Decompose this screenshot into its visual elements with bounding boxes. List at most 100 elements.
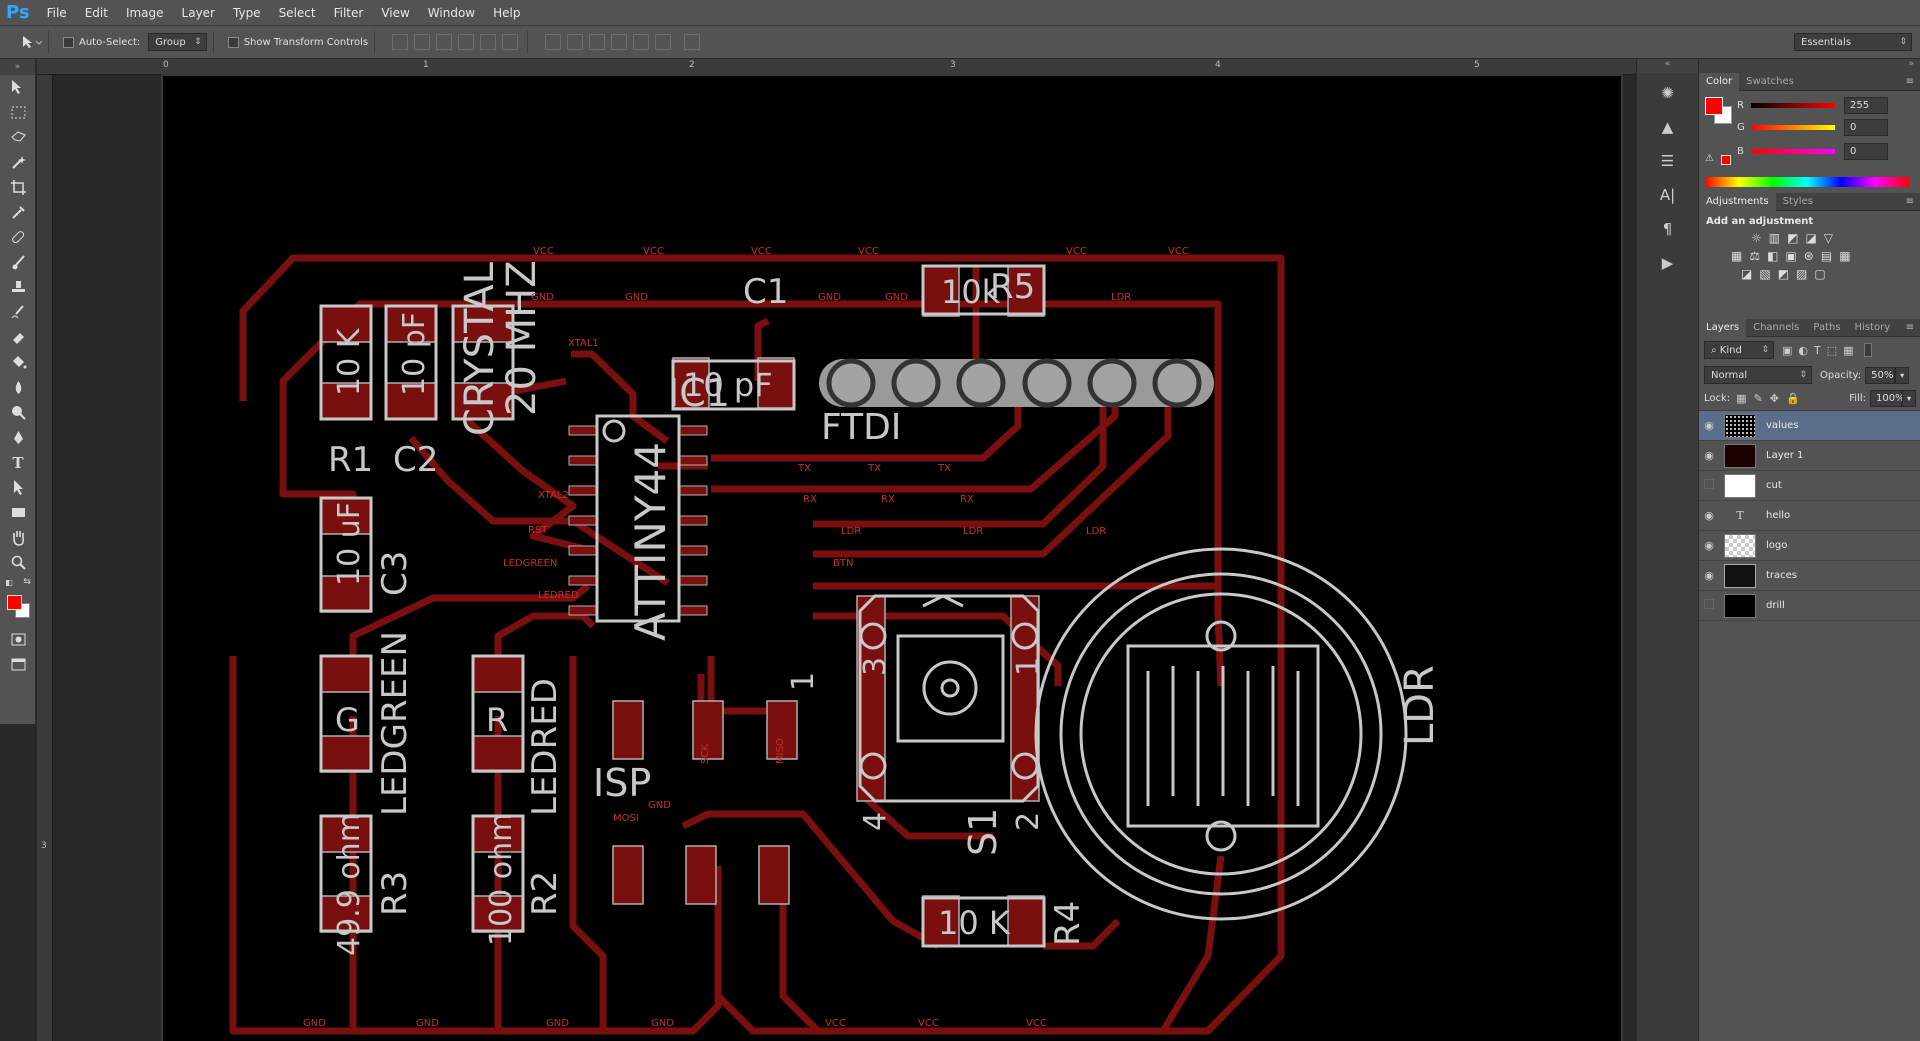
curves-icon[interactable]: ◩: [1787, 231, 1798, 245]
invert-icon[interactable]: ◪: [1741, 267, 1752, 281]
blend-mode-dropdown[interactable]: Normal: [1704, 366, 1812, 384]
zoom-tool[interactable]: [0, 550, 36, 575]
panel-strip-collapse-icon[interactable]: «: [1637, 59, 1698, 73]
layer-row-drill[interactable]: drill: [1699, 591, 1920, 621]
levels-icon[interactable]: ▥: [1769, 231, 1780, 245]
tab-swatches[interactable]: Swatches: [1739, 73, 1801, 91]
quick-mask-tool[interactable]: [0, 627, 36, 652]
align-right-icon[interactable]: [502, 34, 519, 50]
value-g[interactable]: 0: [1844, 118, 1888, 136]
tab-history[interactable]: History: [1848, 319, 1898, 337]
color-balance-icon[interactable]: ⚖: [1749, 249, 1760, 263]
auto-select-check[interactable]: [63, 36, 74, 48]
eraser-tool[interactable]: [0, 325, 36, 350]
magic-wand-tool[interactable]: [0, 150, 36, 175]
tab-adjustments[interactable]: Adjustments: [1699, 192, 1776, 211]
shape-tool[interactable]: [0, 500, 36, 525]
distribute-bottom-icon[interactable]: [589, 34, 606, 50]
filter-toggle[interactable]: [1863, 343, 1872, 357]
histogram-panel-icon[interactable]: ▲: [1648, 113, 1688, 141]
layer-kind-dropdown[interactable]: ⌕ Kind: [1704, 341, 1774, 359]
opacity-value[interactable]: 50%: [1865, 366, 1896, 384]
layer-row-values[interactable]: ◉ values: [1699, 411, 1920, 441]
selective-color-icon[interactable]: ▢: [1814, 267, 1825, 281]
visibility-off-box[interactable]: [1699, 599, 1719, 612]
blur-tool[interactable]: [0, 375, 36, 400]
type-tool[interactable]: T: [0, 450, 36, 475]
paragraph-panel-icon[interactable]: ¶: [1648, 215, 1688, 243]
align-left-icon[interactable]: [458, 34, 475, 50]
align-vcenter-icon[interactable]: [414, 34, 431, 50]
tab-color[interactable]: Color: [1699, 72, 1740, 91]
tab-paths[interactable]: Paths: [1806, 319, 1847, 337]
black-white-icon[interactable]: ◧: [1767, 249, 1778, 263]
layer-row-layer1[interactable]: ◉ Layer 1: [1699, 441, 1920, 471]
hue-saturation-icon[interactable]: ▦: [1731, 249, 1742, 263]
color-spectrum-ramp[interactable]: [1705, 177, 1909, 187]
layer-filter-icons[interactable]: ▣◐T⬚▦: [1782, 344, 1860, 357]
gamut-warning-icon[interactable]: ⚠: [1705, 153, 1714, 164]
visibility-eye-icon[interactable]: ◉: [1699, 569, 1719, 582]
crop-tool[interactable]: [0, 175, 36, 200]
channel-mixer-icon[interactable]: ⊛: [1804, 249, 1814, 263]
tab-channels[interactable]: Channels: [1746, 319, 1806, 337]
show-transform-checkbox[interactable]: Show Transform Controls: [227, 36, 368, 48]
visibility-eye-icon[interactable]: ◉: [1699, 539, 1719, 552]
layer-row-logo[interactable]: ◉ logo: [1699, 531, 1920, 561]
distribute-hcenter-icon[interactable]: [633, 34, 650, 50]
layer-row-cut[interactable]: cut: [1699, 471, 1920, 501]
menu-select[interactable]: Select: [270, 6, 325, 20]
auto-select-checkbox[interactable]: Auto-Select:: [63, 36, 140, 48]
layers-panel-menu-icon[interactable]: ≡: [1906, 322, 1920, 333]
move-tool[interactable]: [0, 75, 36, 100]
workspace-dropdown[interactable]: Essentials: [1794, 33, 1912, 51]
value-b[interactable]: 0: [1844, 142, 1888, 160]
swap-colors-icon[interactable]: ⇆: [23, 577, 31, 587]
threshold-icon[interactable]: ◩: [1778, 267, 1789, 281]
slider-b[interactable]: [1751, 148, 1835, 154]
align-bottom-icon[interactable]: [436, 34, 453, 50]
layer-row-hello[interactable]: ◉ T hello: [1699, 501, 1920, 531]
navigator-panel-icon[interactable]: ✺: [1648, 79, 1688, 107]
exposure-icon[interactable]: ◪: [1805, 231, 1816, 245]
move-tool-preset[interactable]: [20, 34, 42, 50]
fill-value[interactable]: 100%: [1870, 390, 1905, 407]
tab-layers[interactable]: Layers: [1699, 318, 1747, 337]
marquee-tool[interactable]: [0, 100, 36, 125]
gradient-map-icon[interactable]: ▨: [1796, 267, 1807, 281]
visibility-eye-icon[interactable]: ◉: [1699, 509, 1719, 522]
paint-bucket-tool[interactable]: [0, 350, 36, 375]
brush-tool[interactable]: [0, 250, 36, 275]
toolbox-collapse-icon[interactable]: »: [0, 59, 35, 75]
vibrance-icon[interactable]: ▽: [1824, 231, 1833, 245]
show-transform-check[interactable]: [227, 36, 239, 48]
photo-filter-icon[interactable]: ▣: [1785, 249, 1796, 263]
healing-tool[interactable]: [0, 225, 36, 250]
distribute-right-icon[interactable]: [655, 34, 672, 50]
tab-styles[interactable]: Styles: [1776, 193, 1820, 211]
slider-g[interactable]: [1751, 124, 1835, 130]
foreground-color[interactable]: [7, 595, 22, 610]
dodge-tool[interactable]: [0, 400, 36, 425]
menu-help[interactable]: Help: [484, 6, 529, 20]
menu-file[interactable]: File: [38, 6, 76, 20]
character-panel-icon[interactable]: A|: [1648, 181, 1688, 209]
path-selection-tool[interactable]: [0, 475, 36, 500]
lock-icons[interactable]: ▦✎✥🔒: [1736, 392, 1807, 405]
menu-edit[interactable]: Edit: [76, 6, 117, 20]
eyedropper-tool[interactable]: [0, 200, 36, 225]
menu-window[interactable]: Window: [419, 6, 484, 20]
layer-row-traces[interactable]: ◉ traces: [1699, 561, 1920, 591]
history-brush-tool[interactable]: [0, 300, 36, 325]
align-top-icon[interactable]: [392, 34, 409, 50]
menu-type[interactable]: Type: [224, 6, 270, 20]
menu-layer[interactable]: Layer: [173, 6, 224, 20]
align-hcenter-icon[interactable]: [480, 34, 497, 50]
properties-panel-icon[interactable]: ☰: [1648, 147, 1688, 175]
fill-slider-toggle[interactable]: ▾: [1902, 390, 1916, 407]
color-lookup-icon[interactable]: ▤: [1821, 249, 1832, 263]
panels-collapse-icon[interactable]: »: [1699, 59, 1920, 73]
screen-mode-tool[interactable]: [0, 652, 36, 677]
visibility-off-box[interactable]: [1699, 479, 1719, 492]
value-r[interactable]: 255: [1844, 96, 1888, 114]
